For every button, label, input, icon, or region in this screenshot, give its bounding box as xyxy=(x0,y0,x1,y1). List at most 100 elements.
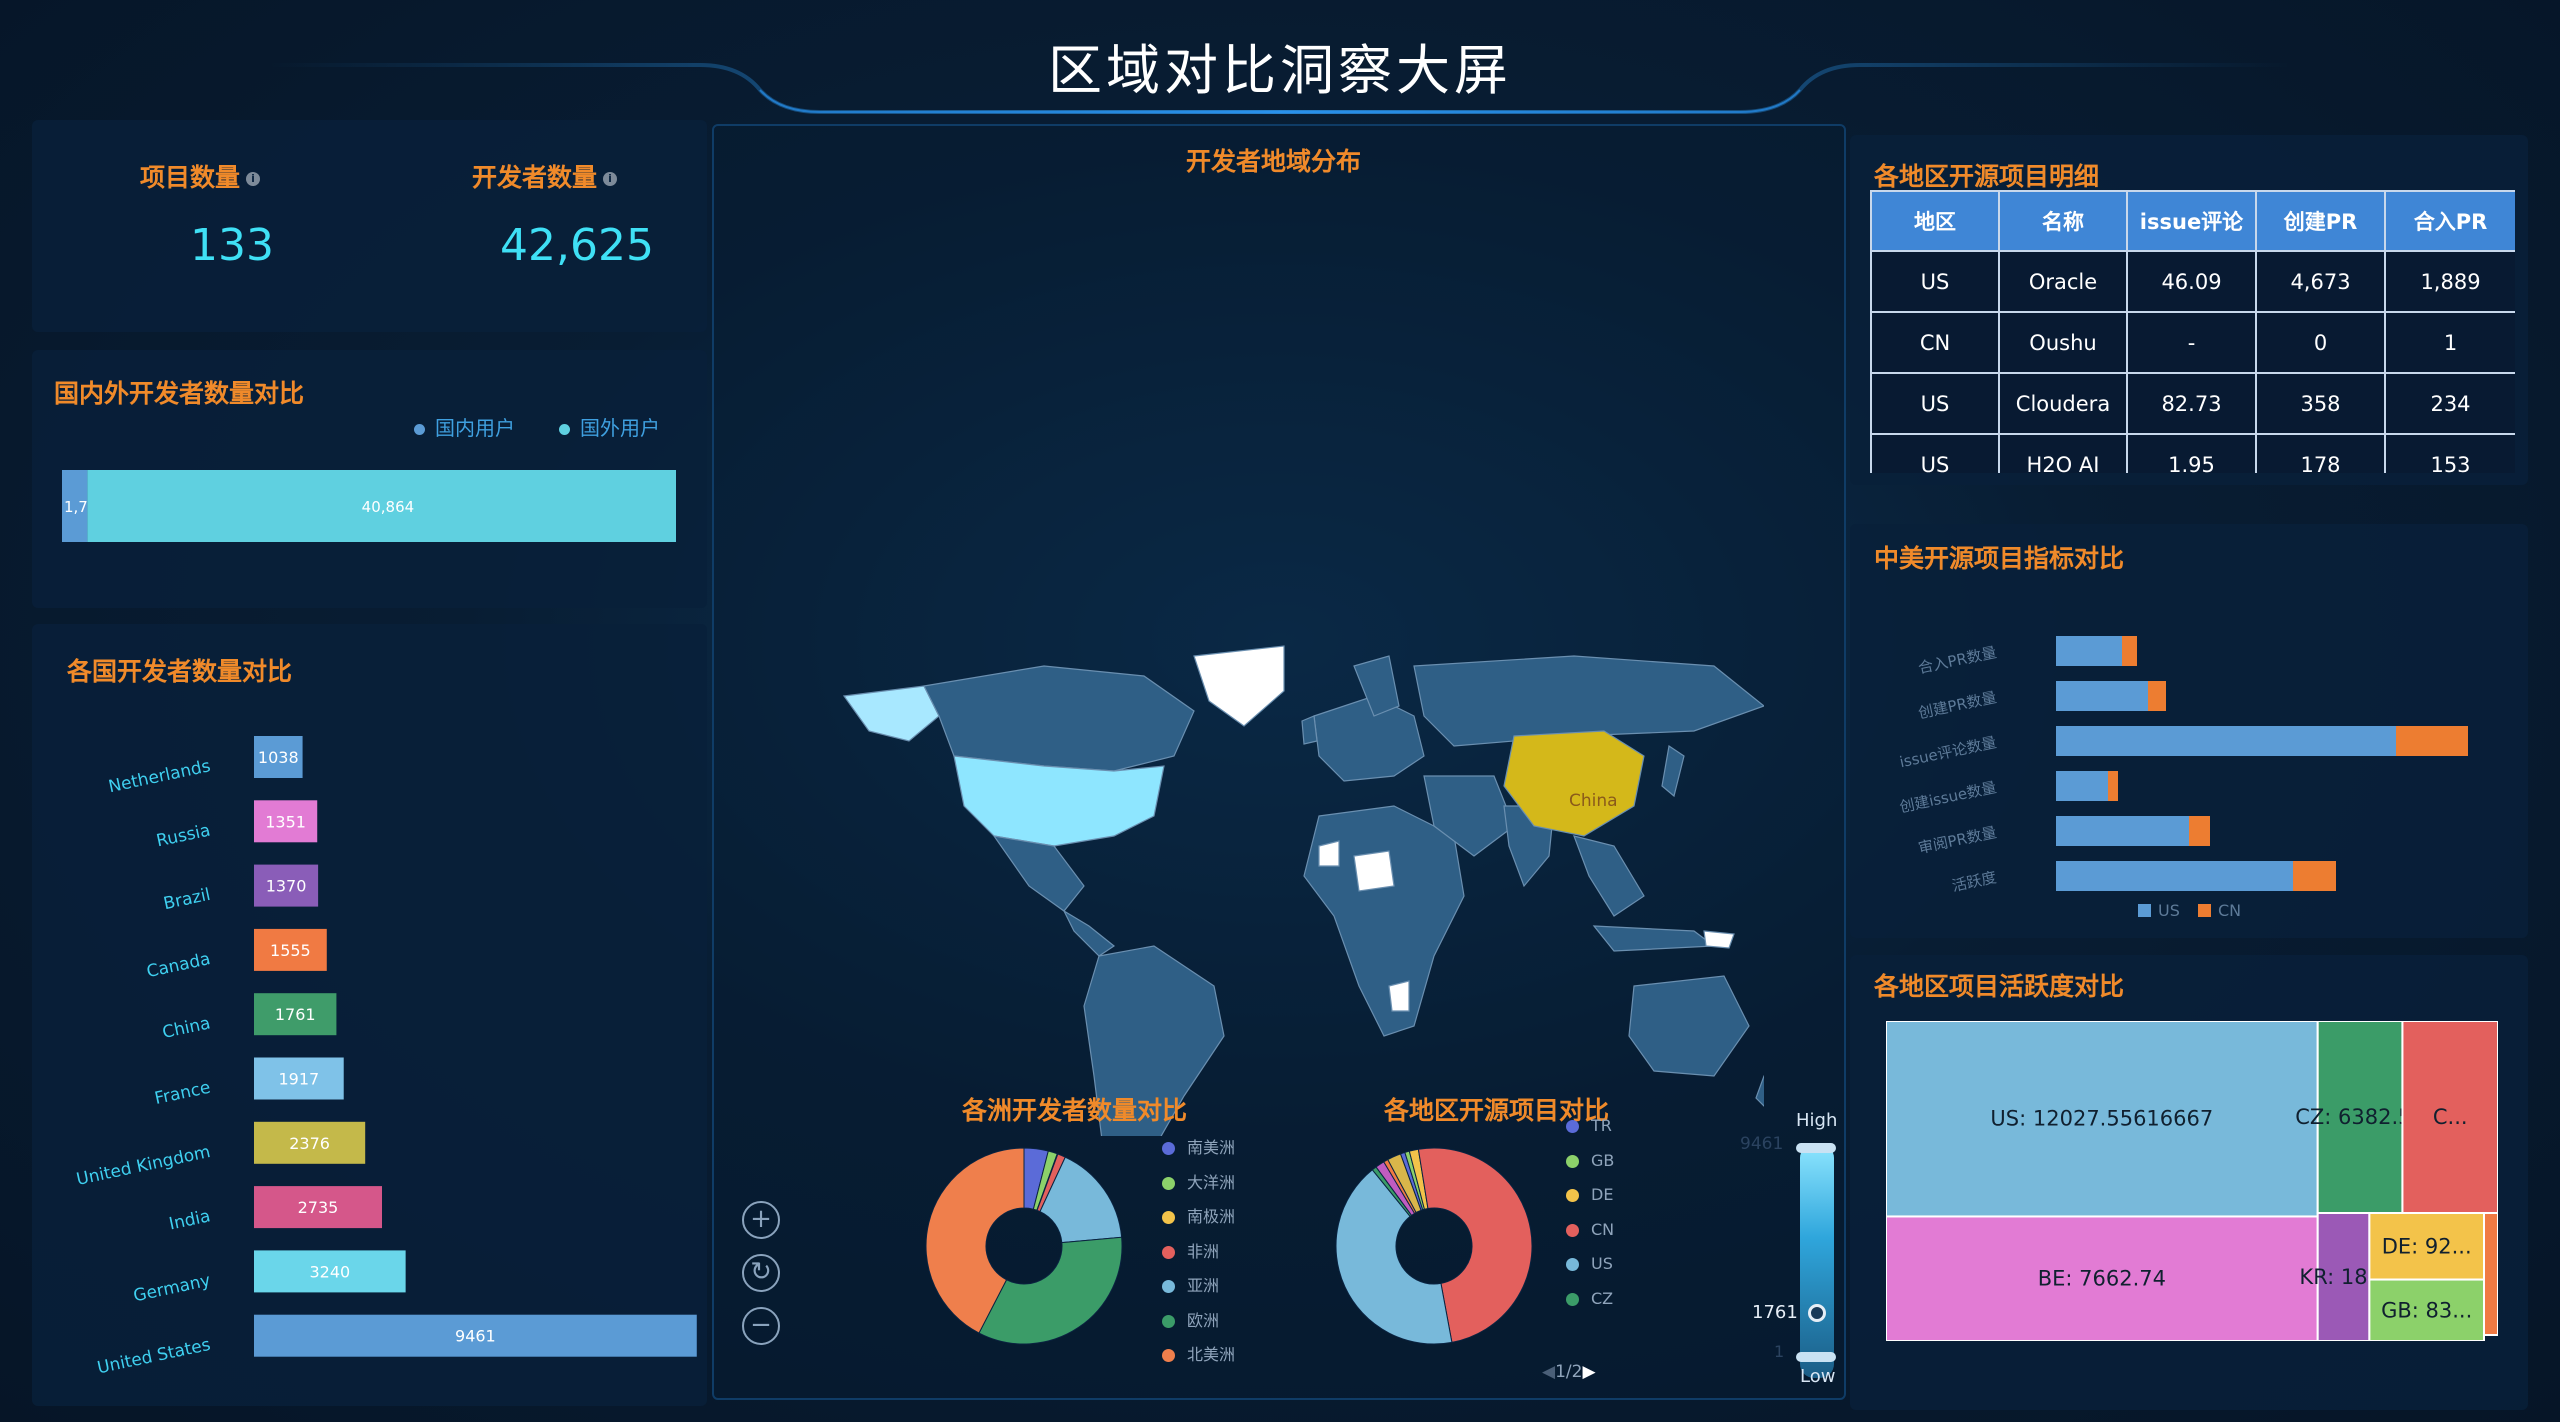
table-row[interactable]: US Oracle 46.09 4,673 1,889 xyxy=(1870,250,2515,313)
projects-table-viewport[interactable]: 地区 名称 issue评论 创建PR 合入PR US Oracle 46.09 … xyxy=(1870,190,2515,473)
table-cell: US xyxy=(1870,372,2000,435)
legend-item[interactable]: 南美洲 xyxy=(1162,1134,1235,1158)
legend-item[interactable]: US xyxy=(1566,1254,1613,1273)
visual-map-bottom-handle[interactable] xyxy=(1796,1352,1836,1362)
legend-item[interactable]: 北美洲 xyxy=(1162,1341,1235,1365)
map-greenland xyxy=(1193,645,1285,727)
table-cell: 82.73 xyxy=(2126,372,2257,435)
bar-value-label: 9461 xyxy=(455,1327,496,1346)
map-se-asia xyxy=(1573,835,1645,917)
table-cell: H2O AI xyxy=(1998,433,2128,473)
table-cell: CN xyxy=(1870,311,2000,374)
visual-map-gradient[interactable] xyxy=(1800,1144,1834,1378)
projects-kpi-label-text: 项目数量 xyxy=(140,163,241,192)
table-cell: - xyxy=(2126,311,2257,374)
metric-bar-cn[interactable] xyxy=(2293,861,2336,891)
legend-foreign[interactable]: 国外用户 xyxy=(559,412,660,441)
visual-map-top-handle[interactable] xyxy=(1796,1143,1836,1153)
table-row[interactable]: US H2O AI 1.95 178 153 xyxy=(1870,433,2515,473)
table-cell: 1.95 xyxy=(2126,433,2257,473)
legend-item[interactable]: 欧洲 xyxy=(1162,1307,1219,1331)
developers-kpi-label-text: 开发者数量 xyxy=(472,163,598,192)
category-label: China xyxy=(161,1013,213,1043)
table-cell: 1,889 xyxy=(2384,250,2515,313)
legend-item[interactable]: DE xyxy=(1566,1185,1613,1204)
metric-bar-us[interactable] xyxy=(2056,861,2293,891)
info-icon[interactable]: i xyxy=(246,172,261,186)
metric-bar-us[interactable] xyxy=(2056,636,2122,666)
legend-dot-icon xyxy=(1162,1280,1175,1293)
map-nz xyxy=(1755,1075,1764,1107)
metric-bar-cn[interactable] xyxy=(2122,636,2137,666)
visual-map-low-label: Low xyxy=(1800,1366,1836,1387)
prev-page-icon[interactable]: ◀ xyxy=(1542,1362,1555,1382)
treemap-cell-other[interactable] xyxy=(2483,1212,2498,1336)
column-header-merged-pr[interactable]: 合入PR xyxy=(2384,190,2515,252)
zoom-out-button[interactable]: − xyxy=(742,1307,780,1345)
activity-treemap[interactable]: US: 12027.55616667BE: 7662.74CZ: 6382.55… xyxy=(1886,1021,2498,1341)
metric-bar-cn[interactable] xyxy=(2148,681,2166,711)
bar-value-label: 2376 xyxy=(289,1134,330,1153)
legend-item[interactable]: CN xyxy=(1566,1220,1614,1239)
legend-label: 南极洲 xyxy=(1187,1207,1236,1226)
treemap-label: GB: 83... xyxy=(2381,1298,2472,1322)
table-cell: 358 xyxy=(2255,372,2386,435)
metric-bar-cn[interactable] xyxy=(2189,816,2210,846)
table-row[interactable]: US Cloudera 82.73 358 234 xyxy=(1870,372,2515,435)
category-label: India xyxy=(167,1206,212,1234)
domestic-foreign-chart: 1,761 40,864 xyxy=(62,470,676,542)
legend-label: US xyxy=(1591,1254,1613,1273)
projects-kpi-value: 133 xyxy=(190,220,274,271)
metric-bar-us[interactable] xyxy=(2056,726,2396,756)
metric-bar-us[interactable] xyxy=(2056,771,2108,801)
regions-pager[interactable]: ◀1/2▶ xyxy=(1542,1362,1596,1382)
column-header-issue-comments[interactable]: issue评论 xyxy=(2126,190,2257,252)
legend-label[interactable]: US xyxy=(2158,901,2180,920)
page-title: 区域对比洞察大屏 xyxy=(1048,39,1512,102)
map-australia xyxy=(1628,975,1750,1077)
developers-kpi-label: 开发者数量 i xyxy=(472,158,618,194)
metric-bar-cn[interactable] xyxy=(2108,771,2118,801)
developers-kpi-value: 42,625 xyxy=(500,220,654,271)
treemap-label: BE: 7662.74 xyxy=(2038,1267,2166,1291)
metric-bar-us[interactable] xyxy=(2056,681,2148,711)
legend-item[interactable]: CZ xyxy=(1566,1289,1613,1308)
legend-dot-icon xyxy=(1162,1245,1175,1259)
column-header-created-pr[interactable]: 创建PR xyxy=(2255,190,2386,252)
kpi-panel: 项目数量 i 133 开发者数量 i 42,625 xyxy=(32,120,707,332)
regions-pager-text: 1/2 xyxy=(1555,1362,1583,1382)
projects-table: 地区 名称 issue评论 创建PR 合入PR US Oracle 46.09 … xyxy=(1870,190,2515,473)
visual-map-high-label: High xyxy=(1796,1110,1838,1131)
legend-dot-icon xyxy=(414,424,425,435)
info-icon[interactable]: i xyxy=(603,172,618,186)
world-map[interactable]: China xyxy=(814,516,1764,1136)
map-japan xyxy=(1661,744,1685,798)
next-page-icon[interactable]: ▶ xyxy=(1582,1362,1595,1382)
legend-item[interactable]: 非洲 xyxy=(1162,1238,1219,1262)
column-header-name[interactable]: 名称 xyxy=(1998,190,2128,252)
legend-label: GB xyxy=(1591,1150,1615,1170)
visual-map-indicator-icon[interactable] xyxy=(1808,1304,1826,1322)
zoom-in-button[interactable]: + xyxy=(742,1201,780,1239)
legend-label[interactable]: CN xyxy=(2218,901,2241,920)
legend-item[interactable]: 亚洲 xyxy=(1162,1272,1219,1296)
column-header-region[interactable]: 地区 xyxy=(1870,190,2000,252)
legend-domestic[interactable]: 国内用户 xyxy=(414,412,515,441)
table-row[interactable]: CN Oushu - 0 1 xyxy=(1870,311,2515,374)
legend-item[interactable]: TR xyxy=(1566,1116,1612,1135)
metric-bar-cn[interactable] xyxy=(2396,726,2468,756)
legend-dot-icon xyxy=(559,424,570,435)
bar-value-label: 3240 xyxy=(309,1262,350,1281)
table-cell: US xyxy=(1870,433,2000,473)
legend-item[interactable]: 南极洲 xyxy=(1162,1203,1235,1227)
reset-view-button[interactable]: ↻ xyxy=(742,1254,780,1292)
legend-item[interactable]: 大洋洲 xyxy=(1162,1169,1235,1193)
regions-donut-chart xyxy=(1335,1147,1533,1345)
metric-bar-us[interactable] xyxy=(2056,816,2189,846)
map-alaska xyxy=(842,685,940,742)
countries-title: 各国开发者数量对比 xyxy=(67,657,293,686)
legend-label: 欧洲 xyxy=(1187,1310,1220,1330)
legend-item[interactable]: GB xyxy=(1566,1151,1614,1170)
category-label: Germany xyxy=(132,1271,213,1307)
legend-dot-icon xyxy=(1566,1189,1579,1202)
